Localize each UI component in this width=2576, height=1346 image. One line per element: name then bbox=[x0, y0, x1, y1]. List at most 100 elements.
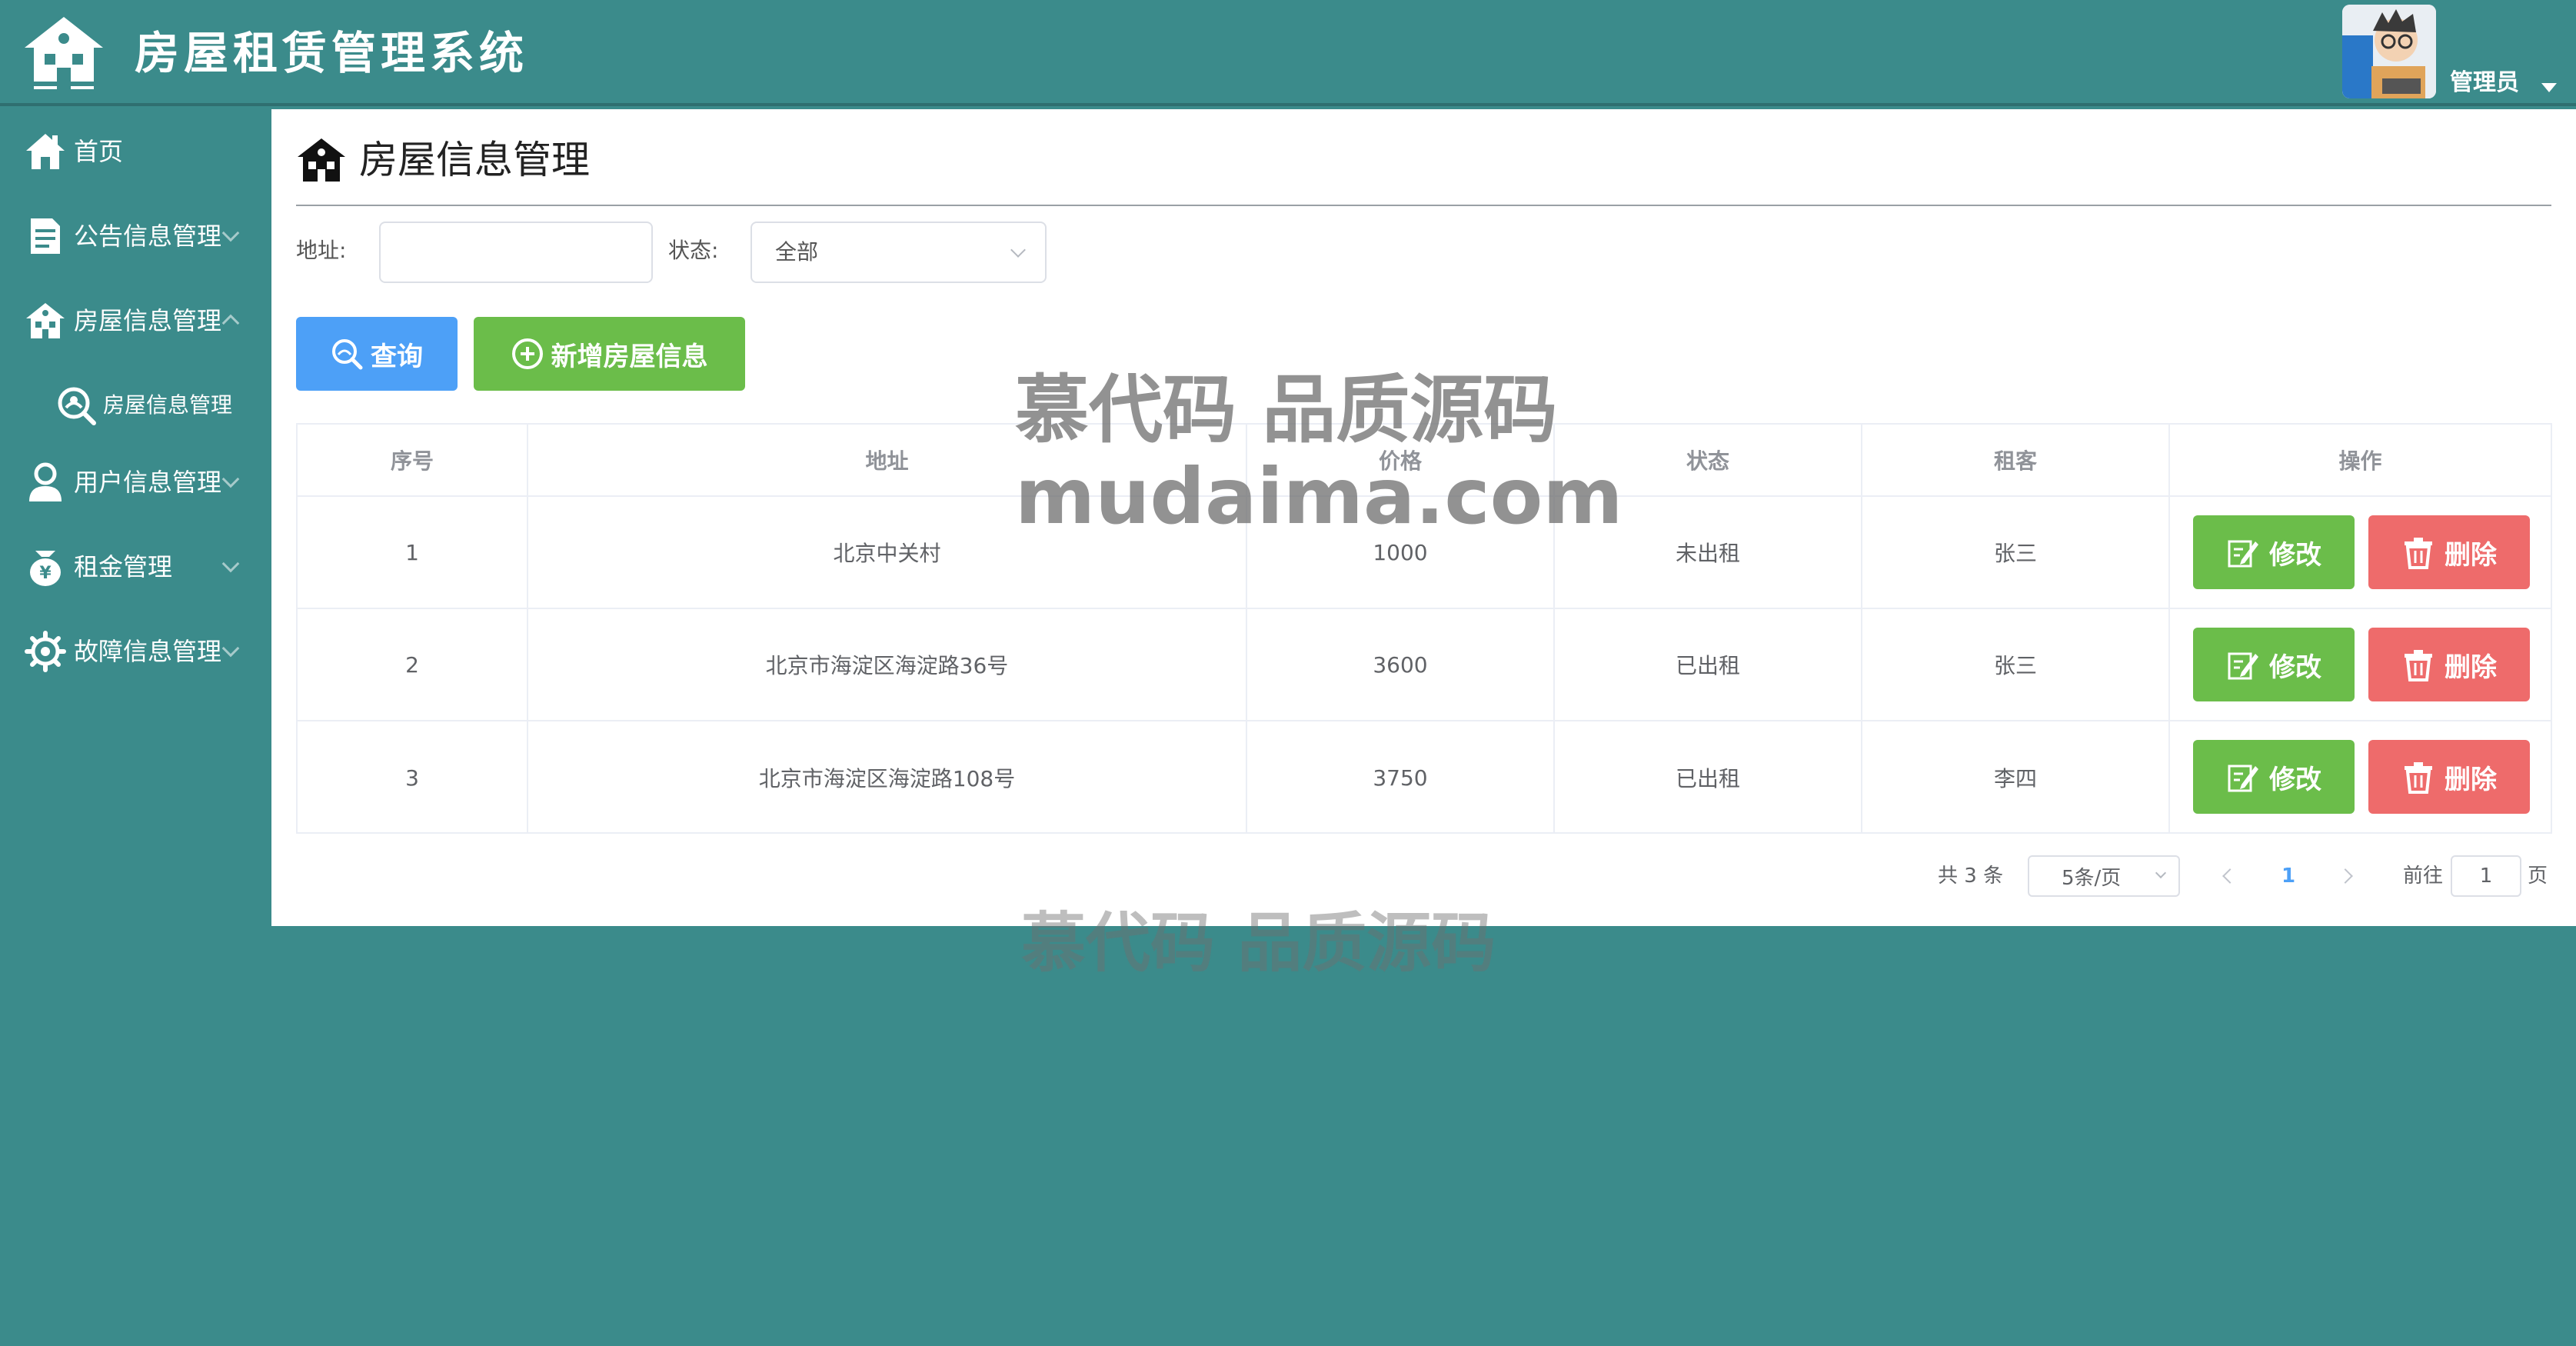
current-page[interactable]: 1 bbox=[2281, 863, 2295, 889]
cell-tenant: 张三 bbox=[1862, 609, 2170, 720]
cell-price: 1000 bbox=[1247, 497, 1555, 608]
money-icon: ¥ bbox=[30, 551, 61, 586]
column-header: 价格 bbox=[1247, 425, 1555, 495]
address-label: 地址: bbox=[296, 238, 347, 263]
query-button[interactable]: 查询 bbox=[296, 317, 458, 391]
edit-button-label: 修改 bbox=[2269, 651, 2321, 683]
goto-page-input[interactable]: 1 bbox=[2451, 855, 2521, 897]
cell-tenant: 张三 bbox=[1862, 497, 2170, 608]
avatar[interactable] bbox=[2342, 5, 2436, 98]
house-icon bbox=[298, 138, 345, 182]
sidebar-item-label: 公告信息管理 bbox=[74, 222, 222, 251]
chevron-down-icon bbox=[1010, 242, 1026, 258]
delete-button[interactable]: 删除 bbox=[2368, 515, 2530, 589]
page-suffix: 页 bbox=[2528, 865, 2548, 888]
chevron-down-icon bbox=[221, 555, 240, 573]
sidebar-item-label: 租金管理 bbox=[74, 552, 173, 581]
sidebar: 首页 公告信息管理 房屋信息管理 房屋信息管理 用户信息管理 ¥ 租金管理 故障… bbox=[0, 109, 271, 1346]
sidebar-item-label: 房屋信息管理 bbox=[74, 306, 222, 335]
status-label: 状态: bbox=[668, 238, 719, 263]
column-header: 租客 bbox=[1862, 425, 2170, 495]
next-page-icon[interactable] bbox=[2338, 868, 2353, 884]
status-select[interactable]: 全部 bbox=[751, 222, 1047, 283]
edit-button[interactable]: 修改 bbox=[2193, 740, 2355, 814]
column-header: 序号 bbox=[298, 425, 528, 495]
cell-index: 1 bbox=[298, 497, 528, 608]
sidebar-item-users[interactable]: 用户信息管理 bbox=[0, 448, 271, 517]
sidebar-item-label: 房屋信息管理 bbox=[103, 392, 233, 418]
sidebar-item-home[interactable]: 首页 bbox=[0, 117, 271, 186]
column-header: 地址 bbox=[528, 425, 1247, 495]
cell-price: 3600 bbox=[1247, 609, 1555, 720]
edit-button[interactable]: 修改 bbox=[2193, 515, 2355, 589]
cell-address: 北京中关村 bbox=[528, 497, 1247, 608]
goto-label: 前往 bbox=[2403, 865, 2444, 888]
delete-button-label: 删除 bbox=[2445, 651, 2497, 683]
sidebar-subitem-house-info[interactable]: 房屋信息管理 bbox=[0, 371, 271, 440]
search-icon bbox=[332, 339, 363, 370]
cell-actions: 修改 删除 bbox=[2170, 721, 2551, 834]
sidebar-item-fault[interactable]: 故障信息管理 bbox=[0, 617, 271, 686]
column-header: 状态 bbox=[1555, 425, 1862, 495]
avatar-icon bbox=[2342, 5, 2436, 98]
house-logo-icon bbox=[25, 17, 103, 89]
cell-actions: 修改 删除 bbox=[2170, 497, 2551, 608]
app-header: 房屋租赁管理系统 管理员 bbox=[0, 0, 2576, 106]
edit-button[interactable]: 修改 bbox=[2193, 628, 2355, 701]
main-panel: 房屋信息管理 地址: 状态: 全部 查询 新增房屋信息 序号 地址 价格 状态 … bbox=[271, 109, 2576, 926]
svg-text:¥: ¥ bbox=[39, 564, 52, 583]
chevron-up-icon bbox=[221, 314, 240, 332]
user-name[interactable]: 管理员 bbox=[2450, 69, 2519, 97]
caret-down-icon[interactable] bbox=[2541, 83, 2557, 92]
user-icon bbox=[29, 462, 62, 501]
status-select-value: 全部 bbox=[775, 239, 819, 265]
notice-icon bbox=[31, 218, 60, 254]
chevron-down-icon bbox=[2155, 867, 2167, 879]
gear-icon bbox=[25, 631, 66, 672]
goto-page-value: 1 bbox=[2479, 865, 2493, 888]
cell-status: 已出租 bbox=[1555, 721, 1862, 834]
delete-button[interactable]: 删除 bbox=[2368, 740, 2530, 814]
cell-status: 已出租 bbox=[1555, 609, 1862, 720]
add-house-button[interactable]: 新增房屋信息 bbox=[474, 317, 745, 391]
trash-icon bbox=[2405, 538, 2432, 569]
sidebar-item-label: 首页 bbox=[74, 137, 124, 166]
edit-icon bbox=[2228, 652, 2258, 680]
edit-icon bbox=[2228, 765, 2258, 792]
prev-page-icon[interactable] bbox=[2222, 868, 2238, 884]
page-heading: 房屋信息管理 bbox=[296, 134, 590, 186]
delete-button-label: 删除 bbox=[2445, 539, 2497, 571]
page-title: 房屋信息管理 bbox=[359, 138, 590, 182]
sidebar-item-notice[interactable]: 公告信息管理 bbox=[0, 202, 271, 271]
trash-icon bbox=[2405, 650, 2432, 681]
table-row: 1 北京中关村 1000 未出租 张三 修改 删除 bbox=[298, 497, 2551, 609]
column-header: 操作 bbox=[2338, 448, 2382, 474]
cell-address: 北京市海淀区海淀路108号 bbox=[528, 721, 1247, 834]
query-button-label: 查询 bbox=[371, 341, 423, 372]
home-icon bbox=[26, 134, 65, 169]
cell-index: 2 bbox=[298, 609, 528, 720]
edit-icon bbox=[2228, 540, 2258, 568]
cell-status: 未出租 bbox=[1555, 497, 1862, 608]
cell-actions: 修改 删除 bbox=[2170, 609, 2551, 720]
sidebar-item-rent[interactable]: ¥ 租金管理 bbox=[0, 532, 271, 601]
cell-price: 3750 bbox=[1247, 721, 1555, 834]
sidebar-item-label: 用户信息管理 bbox=[74, 468, 222, 497]
address-input[interactable] bbox=[379, 222, 653, 283]
sidebar-item-house[interactable]: 房屋信息管理 bbox=[0, 286, 271, 355]
table-header-row: 序号 地址 价格 状态 租客 操作 bbox=[298, 425, 2551, 497]
trash-icon bbox=[2405, 762, 2432, 794]
sidebar-item-label: 故障信息管理 bbox=[74, 637, 222, 666]
search-icon bbox=[58, 387, 96, 425]
chevron-down-icon bbox=[221, 639, 240, 658]
edit-button-label: 修改 bbox=[2269, 764, 2321, 795]
delete-button-label: 删除 bbox=[2445, 764, 2497, 795]
delete-button[interactable]: 删除 bbox=[2368, 628, 2530, 701]
cell-tenant: 李四 bbox=[1862, 721, 2170, 834]
edit-button-label: 修改 bbox=[2269, 539, 2321, 571]
cell-index: 3 bbox=[298, 721, 528, 834]
table-row: 2 北京市海淀区海淀路36号 3600 已出租 张三 修改 删除 bbox=[298, 609, 2551, 721]
app-title: 房屋租赁管理系统 bbox=[135, 27, 529, 79]
plus-circle-icon bbox=[511, 338, 543, 369]
page-size-select[interactable]: 5条/页 bbox=[2028, 855, 2180, 897]
